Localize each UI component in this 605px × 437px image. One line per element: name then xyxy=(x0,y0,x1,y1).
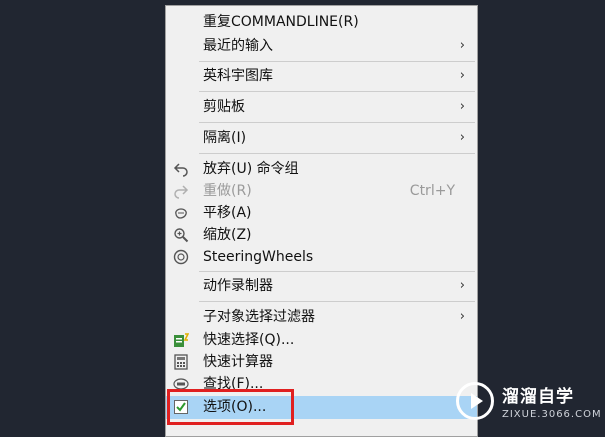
menu-item-label: 选项(O)... xyxy=(203,399,267,415)
menu-item-label: 重做(R) xyxy=(203,183,252,199)
menu-separator xyxy=(199,61,475,62)
play-logo-icon xyxy=(456,381,494,420)
menu-item-action-recorder[interactable]: 动作录制器 › xyxy=(166,275,477,297)
menu-item-label: 缩放(Z) xyxy=(203,227,252,243)
calculator-icon xyxy=(173,354,189,370)
menu-separator xyxy=(199,271,475,272)
watermark: 溜溜自学 ZIXUE.3066.COM xyxy=(452,368,605,433)
menu-item-label: 重复COMMANDLINE(R) xyxy=(203,14,359,30)
context-menu: 重复COMMANDLINE(R) 最近的输入 › 英科宇图库 › 剪贴板 › 隔… xyxy=(165,5,478,437)
menu-item-label: 英科宇图库 xyxy=(203,68,273,84)
menu-item-label: 剪贴板 xyxy=(203,99,245,115)
menu-item-undo[interactable]: 放弃(U) 命令组 xyxy=(166,158,477,180)
redo-icon xyxy=(173,183,189,199)
submenu-arrow-icon: › xyxy=(459,130,465,145)
menu-item-label: 最近的输入 xyxy=(203,38,273,54)
menu-separator xyxy=(199,153,475,154)
menu-item-label: 动作录制器 xyxy=(203,278,273,294)
menu-item-zoom[interactable]: 缩放(Z) xyxy=(166,224,477,246)
menu-item-recent-input[interactable]: 最近的输入 › xyxy=(166,35,477,57)
menu-item-pan[interactable]: 平移(A) xyxy=(166,202,477,224)
menu-item-quick-calculator[interactable]: 快速计算器 xyxy=(166,351,477,373)
menu-item-steeringwheels[interactable]: SteeringWheels xyxy=(166,246,477,268)
shortcut-label: Ctrl+Y xyxy=(409,183,455,199)
menu-item-library[interactable]: 英科宇图库 › xyxy=(166,65,477,87)
zoom-icon xyxy=(173,227,189,243)
menu-item-label: 快速计算器 xyxy=(203,354,273,370)
menu-item-isolate[interactable]: 隔离(I) › xyxy=(166,127,477,149)
menu-separator xyxy=(199,301,475,302)
menu-separator xyxy=(199,122,475,123)
quick-select-icon xyxy=(173,332,189,348)
menu-item-label: 平移(A) xyxy=(203,205,252,221)
menu-item-label: 快速选择(Q)... xyxy=(203,332,295,348)
submenu-arrow-icon: › xyxy=(459,309,465,324)
steering-wheel-icon xyxy=(173,249,189,265)
menu-item-label: 查找(F)... xyxy=(203,376,264,392)
pan-hand-icon xyxy=(173,205,189,221)
menu-item-options[interactable]: 选项(O)... xyxy=(166,396,477,419)
menu-item-redo[interactable]: 重做(R) Ctrl+Y xyxy=(166,180,477,202)
submenu-arrow-icon: › xyxy=(459,68,465,83)
submenu-arrow-icon: › xyxy=(459,278,465,293)
menu-item-repeat-commandline[interactable]: 重复COMMANDLINE(R) xyxy=(166,11,477,33)
menu-item-label: 子对象选择过滤器 xyxy=(203,309,315,325)
menu-item-label: 隔离(I) xyxy=(203,130,247,146)
menu-item-label: SteeringWheels xyxy=(203,249,314,265)
menu-item-find[interactable]: 查找(F)... xyxy=(166,373,477,395)
menu-separator xyxy=(199,91,475,92)
checkbox-icon xyxy=(173,399,189,415)
submenu-arrow-icon: › xyxy=(459,99,465,114)
watermark-title: 溜溜自学 xyxy=(502,386,574,407)
find-abc-icon xyxy=(173,376,189,392)
watermark-url: ZIXUE.3066.COM xyxy=(502,408,602,420)
menu-item-label: 放弃(U) 命令组 xyxy=(203,161,299,177)
menu-item-clipboard[interactable]: 剪贴板 › xyxy=(166,96,477,118)
submenu-arrow-icon: › xyxy=(459,38,465,53)
undo-icon xyxy=(173,161,189,177)
menu-item-quick-select[interactable]: 快速选择(Q)... xyxy=(166,329,477,351)
menu-item-subobject-filter[interactable]: 子对象选择过滤器 › xyxy=(166,306,477,328)
